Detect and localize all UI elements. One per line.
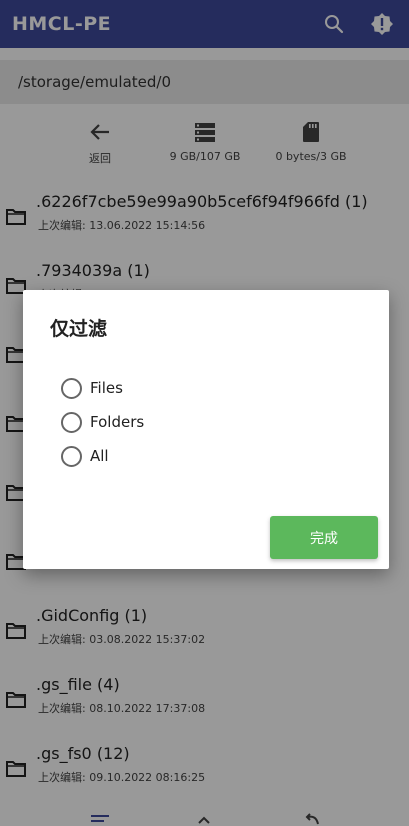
option-label: Files — [90, 379, 123, 397]
radio-icon[interactable] — [61, 445, 82, 467]
filter-dialog: 仅过滤 Files Folders All 完成 — [23, 290, 389, 569]
dialog-title: 仅过滤 — [50, 318, 108, 340]
option-all[interactable]: All — [61, 444, 109, 468]
radio-icon[interactable] — [61, 377, 82, 399]
radio-icon[interactable] — [61, 411, 82, 433]
option-files[interactable]: Files — [61, 376, 123, 400]
option-folders[interactable]: Folders — [61, 410, 144, 434]
option-label: All — [90, 447, 109, 465]
confirm-button[interactable]: 完成 — [270, 516, 378, 559]
option-label: Folders — [90, 413, 145, 431]
